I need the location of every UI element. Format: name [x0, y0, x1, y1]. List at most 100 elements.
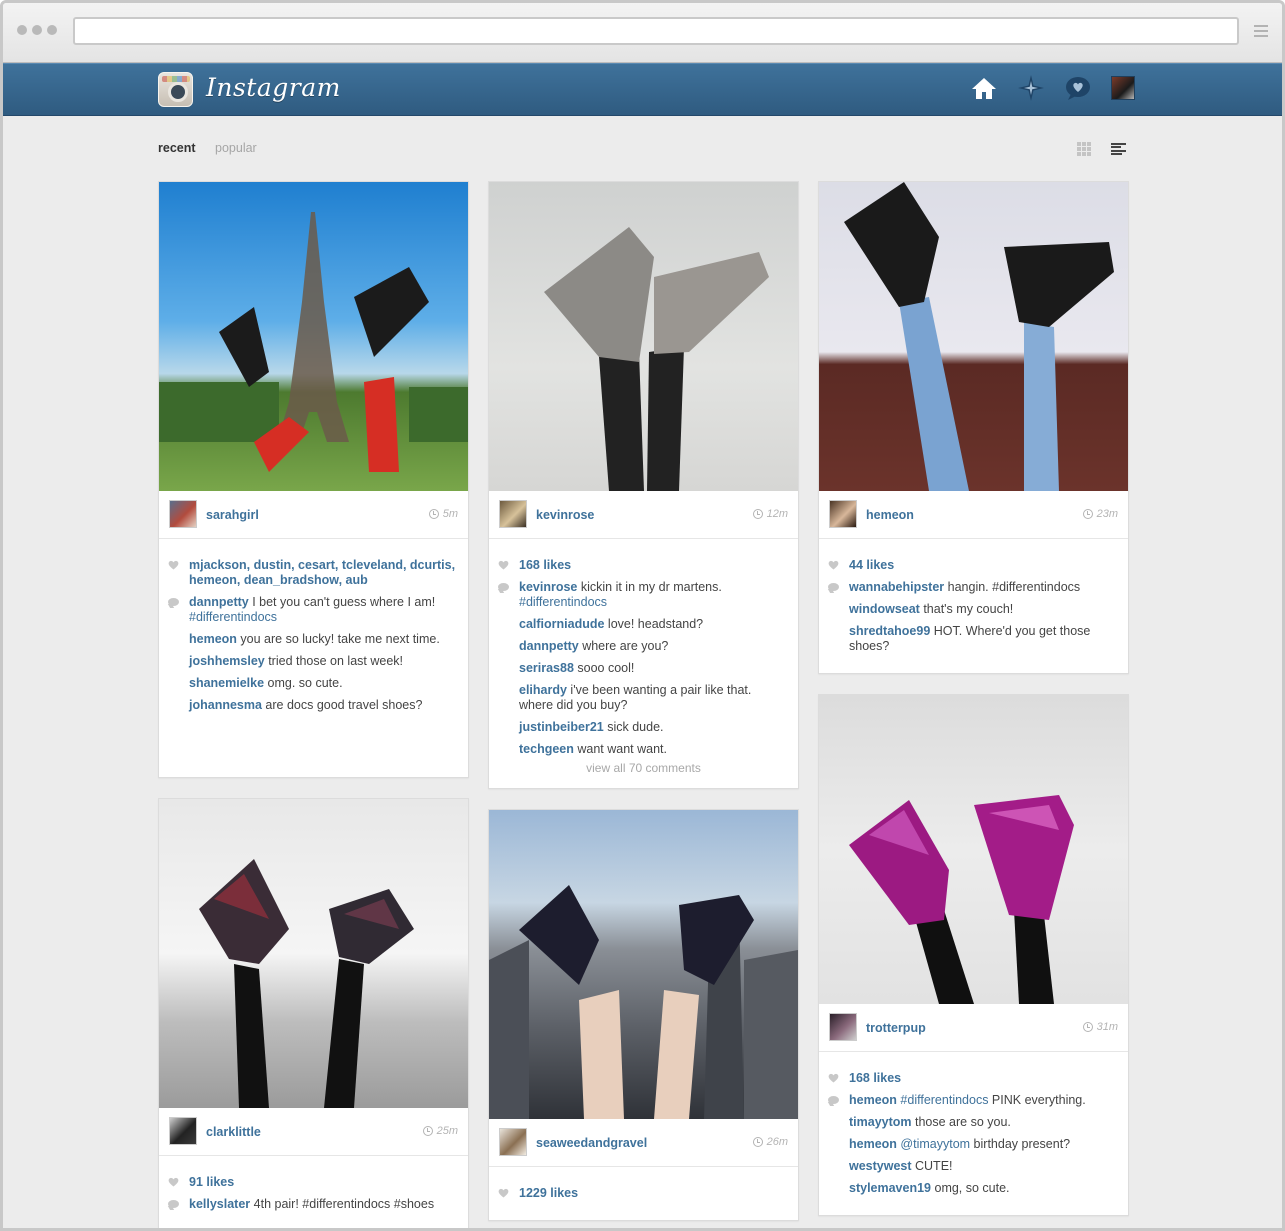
comment-username[interactable]: johannesma — [189, 698, 262, 712]
comment-text: 4th pair! #differentindocs #shoes — [250, 1197, 435, 1211]
hashtag[interactable]: #differentindocs — [189, 610, 277, 624]
clock-icon — [1082, 509, 1093, 519]
comment-text: that's my couch! — [919, 602, 1014, 616]
clock-icon — [1082, 1022, 1093, 1032]
window-controls[interactable] — [17, 25, 57, 35]
comment-text: birthday present? — [970, 1137, 1071, 1151]
comment-username[interactable]: windowseat — [849, 602, 920, 616]
comment-text: omg. so cute. — [264, 676, 343, 690]
post-card: sarahgirl 5m mjackson, dustin, cesart, t… — [158, 181, 469, 778]
comment-text: sooo cool! — [573, 661, 635, 675]
view-all-comments-link[interactable]: view all 70 comments — [501, 761, 786, 776]
browser-menu-icon[interactable] — [1254, 25, 1268, 37]
avatar[interactable] — [499, 1128, 527, 1156]
heart-icon[interactable] — [828, 1073, 839, 1083]
clock-icon — [428, 509, 439, 519]
explore-compass-icon[interactable] — [1017, 74, 1045, 102]
post-time: 23m — [1082, 508, 1118, 520]
comment-username[interactable]: seriras88 — [519, 661, 574, 675]
post-photo[interactable] — [489, 182, 798, 491]
comment-username[interactable]: elihardy — [519, 683, 567, 697]
comment-text: are docs good travel shoes? — [261, 698, 423, 712]
comment-username[interactable]: stylemaven19 — [849, 1181, 931, 1195]
feed-column-1: sarahgirl 5m mjackson, dustin, cesart, t… — [158, 181, 469, 1228]
post-photo[interactable] — [489, 810, 798, 1119]
post-time: 5m — [428, 508, 458, 520]
avatar[interactable] — [829, 500, 857, 528]
post-username[interactable]: trotterpup — [866, 1021, 926, 1035]
post-time: 31m — [1082, 1021, 1118, 1033]
comment-username[interactable]: kellyslater — [189, 1197, 250, 1211]
heart-icon[interactable] — [168, 1177, 179, 1187]
comment-username[interactable]: justinbeiber21 — [519, 720, 604, 734]
post-username[interactable]: hemeon — [866, 508, 914, 522]
comment-text: I bet you can't guess where I am! — [248, 595, 436, 609]
post-card: kevinrose 12m 168 likes kevinrose kickin… — [488, 181, 799, 789]
post-photo[interactable] — [819, 182, 1128, 491]
comment-username[interactable]: westywest — [849, 1159, 912, 1173]
post-photo[interactable] — [159, 182, 468, 491]
comment-icon[interactable] — [498, 583, 509, 591]
comment-username[interactable]: shredtahoe99 — [849, 624, 930, 638]
heart-icon[interactable] — [498, 1188, 509, 1198]
heart-icon[interactable] — [828, 560, 839, 570]
clock-icon — [422, 1126, 433, 1136]
likes-count[interactable]: 168 likes — [849, 1071, 901, 1085]
instagram-camera-logo[interactable] — [158, 72, 193, 107]
hashtag[interactable]: #differentindocs — [519, 595, 607, 609]
comment-icon[interactable] — [168, 598, 179, 606]
comment-username[interactable]: timayytom — [849, 1115, 912, 1129]
post-username[interactable]: clarklittle — [206, 1125, 261, 1139]
address-bar[interactable] — [73, 17, 1239, 45]
heart-icon[interactable] — [168, 560, 179, 570]
likes-count[interactable]: 91 likes — [189, 1175, 234, 1189]
comment-username[interactable]: dannpetty — [519, 639, 579, 653]
comment-username[interactable]: joshhemsley — [189, 654, 265, 668]
news-bubble-icon[interactable] — [1064, 74, 1092, 102]
post-card: trotterpup 31m 168 likes hemeon #differe… — [818, 694, 1129, 1216]
comment-username[interactable]: wannabehipster — [849, 580, 944, 594]
view-toggle — [1077, 142, 1126, 156]
comment-text: love! headstand? — [604, 617, 704, 631]
post-username[interactable]: seaweedandgravel — [536, 1136, 647, 1150]
post-time: 25m — [422, 1125, 458, 1137]
avatar[interactable] — [499, 500, 527, 528]
comment-username[interactable]: hemeon — [849, 1137, 897, 1151]
hashtag[interactable]: #differentindocs — [900, 1093, 988, 1107]
post-username[interactable]: kevinrose — [536, 508, 594, 522]
instagram-wordmark[interactable]: Instagram — [206, 73, 341, 102]
profile-avatar[interactable] — [1111, 76, 1135, 100]
home-icon[interactable] — [970, 74, 998, 102]
avatar[interactable] — [169, 500, 197, 528]
comment-username[interactable]: calfiorniadude — [519, 617, 604, 631]
post-photo[interactable] — [159, 799, 468, 1108]
likes-count[interactable]: 1229 likes — [519, 1186, 578, 1200]
comment-text: omg, so cute. — [931, 1181, 1010, 1195]
heart-icon[interactable] — [498, 560, 509, 570]
post-username[interactable]: sarahgirl — [206, 508, 259, 522]
comment-username[interactable]: dannpetty — [189, 595, 249, 609]
feed-column-3: hemeon 23m 44 likes wannabehipster hangi… — [818, 181, 1129, 1228]
comment-icon[interactable] — [828, 1096, 839, 1104]
comment-icon[interactable] — [168, 1200, 179, 1208]
comment-username[interactable]: kevinrose — [519, 580, 577, 594]
mention[interactable]: @timayytom — [900, 1137, 970, 1151]
comment-username[interactable]: hemeon — [849, 1093, 897, 1107]
post-card: seaweedandgravel 26m 1229 likes — [488, 809, 799, 1221]
avatar[interactable] — [829, 1013, 857, 1041]
likes-count[interactable]: 44 likes — [849, 558, 894, 572]
tab-popular[interactable]: popular — [215, 141, 257, 155]
comment-text: those are so you. — [911, 1115, 1011, 1129]
post-card: hemeon 23m 44 likes wannabehipster hangi… — [818, 181, 1129, 674]
comment-icon[interactable] — [828, 583, 839, 591]
comment-username[interactable]: shanemielke — [189, 676, 264, 690]
list-view-icon[interactable] — [1111, 142, 1126, 156]
comment-username[interactable]: techgeen — [519, 742, 574, 756]
avatar[interactable] — [169, 1117, 197, 1145]
post-photo[interactable] — [819, 695, 1128, 1004]
comment-username[interactable]: hemeon — [189, 632, 237, 646]
likes-count[interactable]: 168 likes — [519, 558, 571, 572]
grid-view-icon[interactable] — [1077, 142, 1091, 156]
likers-list[interactable]: mjackson, dustin, cesart, tcleveland, dc… — [189, 558, 455, 587]
tab-recent[interactable]: recent — [158, 141, 196, 155]
